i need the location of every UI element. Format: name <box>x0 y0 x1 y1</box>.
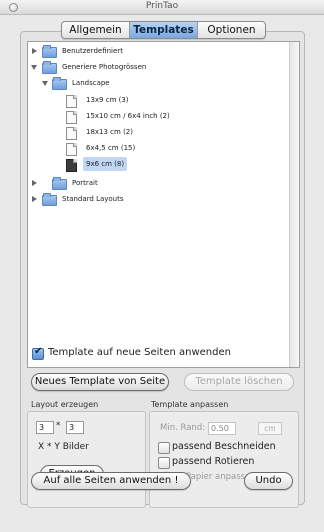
layout-x-field[interactable]: 3 <box>36 421 54 434</box>
template-icon <box>66 143 77 156</box>
fit-rotate-label: passend Rotieren <box>172 456 255 467</box>
new-template-button[interactable]: Neues Template von Seite <box>31 373 169 391</box>
tab-allgemein[interactable]: Allgemein <box>62 22 130 38</box>
templates-panel: Benutzerdefiniert Generiere Photogrössen… <box>20 31 305 508</box>
fit-crop-label: passend Beschneiden <box>172 441 276 452</box>
tree-item-label: 13x9 cm (3) <box>86 96 129 104</box>
disclosure-down-icon[interactable] <box>31 65 37 70</box>
template-group: Min. Rand: 0.50 cm passend Beschneiden p… <box>149 411 299 508</box>
tree-item-template-selected[interactable]: 9x6 cm (8) <box>28 157 268 172</box>
apply-all-pages-button[interactable]: Auf alle Seiten anwenden ! <box>31 472 191 490</box>
tree-item-template[interactable]: 13x9 cm (3) <box>28 93 268 108</box>
tree-item-label: Generiere Photogrössen <box>62 63 147 71</box>
folder-icon <box>42 193 57 206</box>
tree-item-label: Portrait <box>72 179 98 187</box>
folder-icon <box>42 61 57 74</box>
disclosure-right-icon[interactable] <box>32 196 37 202</box>
apply-new-pages-label: Template auf neue Seiten anwenden <box>48 347 231 358</box>
tree-scrollbar[interactable] <box>289 42 299 367</box>
layout-y-field[interactable]: 3 <box>66 421 84 434</box>
template-icon <box>66 159 77 172</box>
fit-rotate-checkbox[interactable] <box>158 457 170 469</box>
tree-item-template[interactable]: 18x13 cm (2) <box>28 125 268 140</box>
tree-item-template[interactable]: 15x10 cm / 6x4 inch (2) <box>28 109 268 124</box>
tree-item-template[interactable]: 6x4,5 cm (15) <box>28 141 268 156</box>
min-rand-label: Min. Rand: <box>160 423 206 433</box>
tree-item-landscape[interactable]: Landscape <box>28 76 268 90</box>
tree-item-label: 6x4,5 cm (15) <box>86 144 136 152</box>
apply-new-pages-checkbox[interactable] <box>32 346 44 360</box>
tree-item-benutzerdefiniert[interactable]: Benutzerdefiniert <box>28 44 268 58</box>
delete-template-button[interactable]: Template löschen <box>184 373 294 391</box>
template-group-title: Template anpassen <box>151 400 229 409</box>
disclosure-right-icon[interactable] <box>32 48 37 54</box>
tree-item-label: Benutzerdefiniert <box>62 47 123 55</box>
tree-item-standard-layouts[interactable]: Standard Layouts <box>28 192 268 206</box>
tab-optionen[interactable]: Optionen <box>198 22 265 38</box>
disclosure-right-icon[interactable] <box>32 180 37 186</box>
tree-item-label: Standard Layouts <box>62 195 124 203</box>
tree-item-portrait[interactable]: Portrait <box>28 176 268 190</box>
min-rand-field[interactable]: 0.50 <box>208 422 236 435</box>
tree-item-label: 15x10 cm / 6x4 inch (2) <box>86 112 170 120</box>
template-icon <box>66 127 77 140</box>
template-icon <box>66 111 77 124</box>
tree-item-generiere-photogroessen[interactable]: Generiere Photogrössen <box>28 60 268 74</box>
layout-group: 3 * 3 X * Y Bilder Erzeugen <box>27 411 146 508</box>
layout-group-title: Layout erzeugen <box>31 400 99 409</box>
tree-item-label: 18x13 cm (2) <box>86 128 133 136</box>
disclosure-down-icon[interactable] <box>42 81 48 86</box>
folder-icon <box>42 45 57 58</box>
tree-item-label: Landscape <box>72 79 110 87</box>
folder-icon <box>52 77 67 90</box>
template-icon <box>66 95 77 108</box>
folder-icon <box>52 177 67 190</box>
layout-caption: X * Y Bilder <box>38 442 89 452</box>
unit-select[interactable]: cm <box>258 422 282 435</box>
multiply-sign: * <box>56 421 61 431</box>
window-title: PrinTao <box>145 1 179 11</box>
tree-item-label: 9x6 cm (8) <box>83 157 128 171</box>
tab-bar: Allgemein Templates Optionen <box>61 21 266 39</box>
template-tree[interactable]: Benutzerdefiniert Generiere Photogrössen… <box>27 41 300 368</box>
window: PrinTao Benutzerdefiniert Generiere Phot… <box>0 0 324 532</box>
undo-button[interactable]: Undo <box>244 472 293 490</box>
fit-crop-checkbox[interactable] <box>158 442 170 454</box>
title-bar: PrinTao <box>0 0 324 15</box>
tab-templates[interactable]: Templates <box>130 22 198 38</box>
